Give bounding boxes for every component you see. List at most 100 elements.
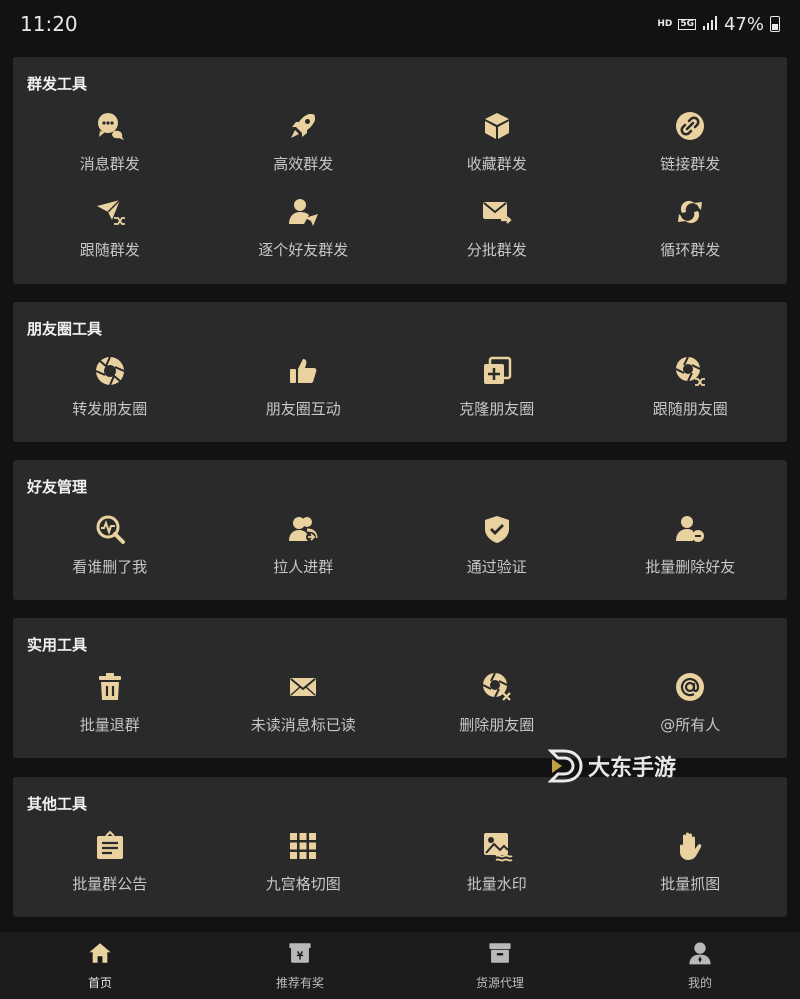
tool-label: 跟随群发 (79, 241, 140, 259)
tool-button[interactable]: 跟随朋友圈 (594, 350, 788, 436)
signal-icon (702, 15, 718, 34)
tool-button[interactable]: @所有人 (594, 666, 788, 752)
nav-label: 首页 (87, 976, 112, 990)
tool-button[interactable]: 批量抓图 (594, 825, 788, 911)
users-add-icon (286, 512, 320, 546)
tool-label: 删除朋友圈 (459, 716, 535, 734)
section-mass-send-tools: 群发工具 消息群发 高效群发 收藏群发 链接群发 跟随群发 逐个好友群发 分批群发 循环群发 (13, 57, 787, 284)
tool-grid: 看谁删了我 拉人进群 通过验证 批量删除好友 (13, 508, 787, 594)
tool-label: 拉人进群 (273, 558, 334, 576)
tool-button[interactable]: 拉人进群 (207, 508, 401, 594)
tool-grid: 批量退群 未读消息标已读 删除朋友圈 @所有人 (13, 666, 787, 752)
nav-item[interactable]: 推荐有奖 (200, 932, 400, 999)
nav-label: 货源代理 (475, 976, 524, 990)
tool-button[interactable]: 克隆朋友圈 (400, 350, 594, 436)
tool-grid: 消息群发 高效群发 收藏群发 链接群发跟随群发 逐个好友群发 分批群发 循环群发 (13, 105, 787, 277)
tool-button[interactable]: 高效群发 (207, 105, 401, 191)
section-title: 好友管理 (27, 478, 88, 496)
battery-icon (770, 16, 780, 32)
tool-label: 克隆朋友圈 (459, 400, 535, 418)
loop-arrows-icon (673, 195, 707, 229)
tool-label: 九宫格切图 (265, 875, 341, 893)
tool-label: 朋友圈互动 (265, 400, 341, 418)
site-watermark: 大东手游 (548, 748, 708, 784)
tool-label: 批量退群 (79, 716, 140, 734)
user-remove-icon (673, 512, 707, 546)
section-moments-tools: 朋友圈工具 转发朋友圈 朋友圈互动 克隆朋友圈 跟随朋友圈 (13, 302, 787, 442)
shield-check-icon (480, 512, 514, 546)
tool-button[interactable]: 批量水印 (400, 825, 594, 911)
profile-icon (687, 940, 713, 970)
chat-bubbles-icon (93, 109, 127, 143)
nav-item[interactable]: 首页 (0, 932, 200, 999)
tool-label: 通过验证 (466, 558, 527, 576)
tool-button[interactable]: 未读消息标已读 (207, 666, 401, 752)
battery-percent: 47% (723, 13, 764, 35)
tool-button[interactable]: 朋友圈互动 (207, 350, 401, 436)
tool-label: 看谁删了我 (72, 558, 148, 576)
status-indicators: HD 5G 47% (657, 14, 780, 35)
aperture-delete-icon (480, 670, 514, 704)
nav-label: 我的 (687, 976, 712, 990)
nav-label: 推荐有奖 (275, 976, 324, 990)
notice-board-icon (93, 829, 127, 863)
section-title: 实用工具 (27, 636, 88, 654)
mail-forward-icon (480, 195, 514, 229)
tool-label: 转发朋友圈 (72, 400, 148, 418)
tool-grid: 转发朋友圈 朋友圈互动 克隆朋友圈 跟随朋友圈 (13, 350, 787, 436)
tool-label: 批量抓图 (660, 875, 721, 893)
thumbs-up-icon (286, 354, 320, 388)
tool-button[interactable]: 跟随群发 (13, 191, 207, 277)
tool-label: 批量群公告 (72, 875, 148, 893)
tool-label: 批量水印 (466, 875, 527, 893)
gift-box-icon (287, 940, 313, 970)
tool-label: @所有人 (660, 716, 721, 734)
network-indicator: 5G (678, 18, 696, 30)
section-title: 其他工具 (27, 795, 88, 813)
watermark-text: 大东手游 (588, 756, 677, 781)
tool-button[interactable]: 删除朋友圈 (400, 666, 594, 752)
tool-button[interactable]: 批量退群 (13, 666, 207, 752)
tool-label: 链接群发 (660, 155, 721, 173)
envelope-icon (286, 670, 320, 704)
search-pulse-icon (93, 512, 127, 546)
tool-button[interactable]: 转发朋友圈 (13, 350, 207, 436)
tool-button[interactable]: 链接群发 (594, 105, 788, 191)
clone-plus-icon (480, 354, 514, 388)
tool-label: 收藏群发 (466, 155, 527, 173)
tool-button[interactable]: 收藏群发 (400, 105, 594, 191)
tool-button[interactable]: 循环群发 (594, 191, 788, 277)
trash-icon (93, 670, 127, 704)
tool-label: 逐个好友群发 (258, 241, 349, 259)
tool-label: 分批群发 (466, 241, 527, 259)
rocket-icon (286, 109, 320, 143)
image-watermark-icon (480, 829, 514, 863)
tool-label: 批量删除好友 (645, 558, 736, 576)
section-utility-tools: 实用工具 批量退群 未读消息标已读 删除朋友圈 @所有人 (13, 618, 787, 758)
tool-label: 循环群发 (660, 241, 721, 259)
box-icon (480, 109, 514, 143)
tool-button[interactable]: 九宫格切图 (207, 825, 401, 911)
tool-button[interactable]: 分批群发 (400, 191, 594, 277)
archive-icon (487, 940, 513, 970)
tool-grid: 批量群公告 九宫格切图 批量水印 批量抓图 (13, 825, 787, 911)
status-time: 11:20 (20, 12, 78, 36)
tool-label: 未读消息标已读 (250, 716, 356, 734)
tool-button[interactable]: 逐个好友群发 (207, 191, 401, 277)
tool-button[interactable]: 消息群发 (13, 105, 207, 191)
tool-button[interactable]: 批量群公告 (13, 825, 207, 911)
status-bar: 11:20 HD 5G 47% (0, 0, 800, 48)
section-title: 朋友圈工具 (27, 320, 103, 338)
section-other-tools: 其他工具 批量群公告 九宫格切图 批量水印 批量抓图 (13, 777, 787, 917)
tool-button[interactable]: 批量删除好友 (594, 508, 788, 594)
paper-plane-shuffle-icon (93, 195, 127, 229)
nav-item[interactable]: 我的 (600, 932, 800, 999)
aperture-icon (93, 354, 127, 388)
tool-button[interactable]: 看谁删了我 (13, 508, 207, 594)
tool-label: 消息群发 (79, 155, 140, 173)
bottom-nav: 首页 推荐有奖 货源代理 我的 (0, 932, 800, 999)
section-friend-management: 好友管理 看谁删了我 拉人进群 通过验证 批量删除好友 (13, 460, 787, 600)
nav-item[interactable]: 货源代理 (400, 932, 600, 999)
home-icon (87, 940, 113, 970)
tool-button[interactable]: 通过验证 (400, 508, 594, 594)
